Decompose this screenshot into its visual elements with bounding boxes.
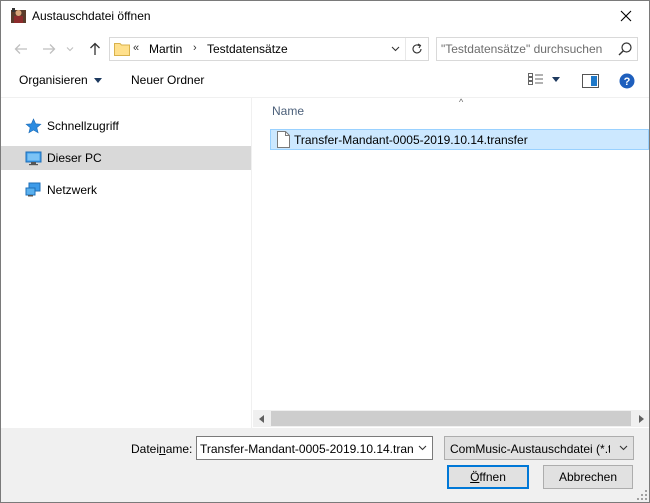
open-button[interactable]: Öffnen (447, 465, 529, 489)
scrollbar-thumb[interactable] (271, 411, 631, 426)
help-icon: ? (619, 73, 635, 89)
address-overflow[interactable]: « (133, 42, 139, 54)
forward-button[interactable] (39, 38, 59, 60)
sidebar-item-dieser-pc[interactable]: Dieser PC (1, 146, 251, 170)
close-icon (620, 10, 632, 22)
file-name: Transfer-Mandant-0005-2019.10.14.transfe… (294, 133, 528, 147)
file-list-pane: ^ Name Transfer-Mandant-0005-2019.10.14.… (253, 97, 649, 428)
chevron-right-icon (638, 414, 644, 423)
sidebar-item-netzwerk[interactable]: Netzwerk (1, 178, 251, 202)
filetype-select[interactable]: ComMusic-Austauschdatei (*.t (444, 436, 634, 460)
address-history-button[interactable] (386, 38, 404, 60)
sidebar-item-label: Dieser PC (47, 151, 102, 165)
change-view-button[interactable] (528, 73, 560, 85)
navigation-bar: « Martin › Testdatensätze (1, 34, 649, 64)
dialog-footer: Dateiname: ComMusic-Austauschdatei (*.t … (1, 428, 649, 502)
chevron-down-icon (418, 445, 426, 451)
title-bar: Austauschdatei öffnen (1, 1, 649, 31)
preview-pane-icon (582, 74, 599, 88)
cancel-button[interactable]: Abbrechen (543, 465, 633, 489)
recent-locations-button[interactable] (63, 38, 77, 60)
column-header-name[interactable]: Name (272, 104, 304, 118)
search-input[interactable] (441, 40, 611, 58)
filename-combobox[interactable] (196, 436, 433, 460)
filetype-dropdown-button[interactable] (615, 440, 631, 456)
svg-text:?: ? (624, 76, 631, 88)
close-button[interactable] (603, 1, 649, 31)
scroll-right-button[interactable] (632, 410, 649, 427)
arrow-right-icon (43, 44, 56, 54)
breadcrumb-separator: › (193, 42, 197, 54)
chevron-left-icon (258, 414, 264, 423)
sidebar-item-label: Schnellzugriff (47, 119, 119, 133)
filename-input[interactable] (200, 440, 414, 457)
filename-label: Dateiname: (131, 442, 193, 456)
sidebar-item-label: Netzwerk (47, 183, 98, 197)
breadcrumb-testdatensaetze[interactable]: Testdatensätze (207, 42, 288, 56)
arrow-up-icon (90, 42, 100, 55)
file-row[interactable]: Transfer-Mandant-0005-2019.10.14.transfe… (270, 129, 649, 150)
breadcrumb-martin[interactable]: Martin (149, 42, 182, 56)
refresh-button[interactable] (405, 38, 427, 60)
scroll-left-button[interactable] (253, 410, 270, 427)
preview-pane-button[interactable] (582, 74, 599, 91)
dropdown-arrow-icon (552, 76, 560, 82)
dropdown-arrow-icon (93, 77, 102, 83)
command-toolbar: Organisieren Neuer Ordner ? (1, 67, 649, 97)
sort-ascending-icon: ^ (459, 97, 464, 107)
sidebar-item-schnellzugriff[interactable]: Schnellzugriff (1, 114, 251, 138)
organize-button[interactable]: Organisieren (19, 73, 102, 87)
up-button[interactable] (85, 38, 105, 60)
back-button[interactable] (11, 38, 31, 60)
resize-grip-icon[interactable] (637, 490, 647, 500)
app-icon (11, 8, 26, 23)
arrow-left-icon (14, 44, 27, 54)
organize-label: Organisieren (19, 73, 88, 87)
network-icon (25, 182, 41, 197)
open-file-dialog: Austauschdatei öffnen « Martin › Testdat… (0, 0, 650, 503)
search-box[interactable] (436, 37, 638, 61)
refresh-icon (412, 43, 422, 54)
chevron-down-icon (619, 445, 627, 451)
star-icon (25, 118, 42, 134)
new-folder-button[interactable]: Neuer Ordner (131, 73, 204, 87)
horizontal-scrollbar[interactable] (253, 410, 649, 427)
file-icon (277, 131, 290, 148)
filename-dropdown-button[interactable] (414, 440, 430, 456)
help-button[interactable]: ? (619, 73, 635, 92)
filetype-value: ComMusic-Austauschdatei (*.t (450, 442, 610, 456)
window-title: Austauschdatei öffnen (32, 9, 151, 23)
navigation-pane: Schnellzugriff Dieser PC Netzwerk (1, 98, 252, 428)
search-icon[interactable] (617, 41, 633, 57)
chevron-down-icon (391, 46, 399, 52)
chevron-down-icon (66, 47, 74, 52)
folder-icon (114, 43, 130, 56)
address-bar[interactable]: « Martin › Testdatensätze (109, 37, 429, 61)
computer-icon (25, 151, 42, 166)
view-options-icon (528, 73, 543, 85)
